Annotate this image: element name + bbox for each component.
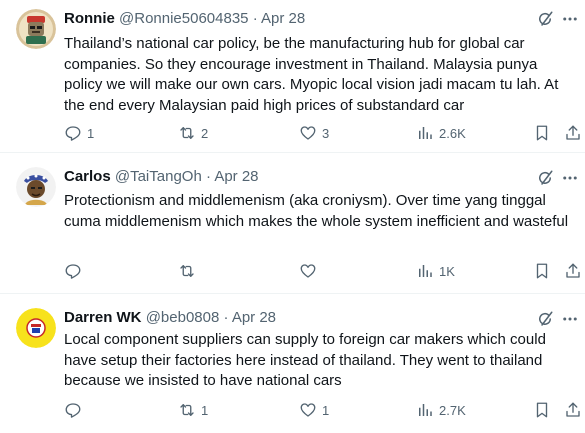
separator: · <box>252 10 258 27</box>
grok-icon[interactable] <box>536 10 554 28</box>
share-icon <box>566 402 580 417</box>
more-options-icon[interactable] <box>561 10 579 28</box>
views-icon <box>419 404 432 416</box>
like-button[interactable]: 1 <box>299 400 329 420</box>
repost-icon <box>180 265 194 277</box>
views-count: 2.7K <box>439 402 466 418</box>
reply-icon <box>65 403 81 418</box>
repost-button[interactable]: 1 <box>178 400 208 420</box>
reply-icon <box>65 126 81 141</box>
like-count: 3 <box>322 125 330 141</box>
bookmark-button[interactable] <box>533 400 551 420</box>
tweet-carlos[interactable]: Carlos @TaiTangOh · Apr 28 Protectionism… <box>0 153 585 294</box>
like-button[interactable] <box>299 261 322 281</box>
share-button[interactable] <box>564 123 582 143</box>
author-name[interactable]: Ronnie <box>64 10 115 27</box>
repost-button[interactable] <box>178 261 201 281</box>
views-button[interactable]: 2.7K <box>416 400 466 420</box>
author-handle[interactable]: @TaiTangOh <box>115 168 202 185</box>
repost-icon <box>180 404 194 416</box>
reply-count: 1 <box>87 125 95 141</box>
reply-icon <box>65 264 81 279</box>
reply-button[interactable] <box>64 400 87 420</box>
views-button[interactable]: 1K <box>416 261 455 281</box>
views-button[interactable]: 2.6K <box>416 123 466 143</box>
tweet-text: Thailand’s national car policy, be the m… <box>64 35 559 114</box>
author-name[interactable]: Darren WK <box>64 309 142 326</box>
avatar[interactable] <box>16 9 56 49</box>
reply-button[interactable] <box>64 261 87 281</box>
tweet-text: Protectionism and middlemenism (aka cron… <box>64 192 569 230</box>
share-icon <box>566 263 580 278</box>
bookmark-icon <box>536 125 548 141</box>
heart-icon <box>300 403 316 417</box>
views-icon <box>419 127 432 139</box>
author-handle[interactable]: @Ronnie50604835 <box>119 10 249 27</box>
tweet-header: Darren WK @beb0808 · Apr 28 <box>64 308 276 328</box>
author-handle[interactable]: @beb0808 <box>146 309 220 326</box>
post-date[interactable]: Apr 28 <box>232 309 276 326</box>
separator: · <box>223 309 229 326</box>
action-bar: 1K <box>64 261 585 281</box>
action-bar: 1 2 3 2.6K <box>64 123 585 143</box>
avatar[interactable] <box>16 167 56 207</box>
bookmark-button[interactable] <box>533 261 551 281</box>
share-icon <box>566 125 580 140</box>
like-count: 1 <box>322 402 330 418</box>
grok-icon[interactable] <box>536 310 554 328</box>
views-count: 2.6K <box>439 125 466 141</box>
share-button[interactable] <box>564 261 582 281</box>
avatar[interactable] <box>16 308 56 348</box>
bookmark-icon <box>536 263 548 279</box>
repost-icon <box>180 127 194 139</box>
reply-button[interactable]: 1 <box>64 123 94 143</box>
tweet-darren[interactable]: Darren WK @beb0808 · Apr 28 Local compon… <box>0 294 585 433</box>
tweet-header: Carlos @TaiTangOh · Apr 28 <box>64 167 259 187</box>
grok-icon[interactable] <box>536 169 554 187</box>
separator: · <box>205 168 211 185</box>
action-bar: 1 1 2.7K <box>64 400 585 420</box>
more-options-icon[interactable] <box>561 310 579 328</box>
bookmark-icon <box>536 402 548 418</box>
repost-button[interactable]: 2 <box>178 123 208 143</box>
views-icon <box>419 265 432 277</box>
views-count: 1K <box>439 263 455 279</box>
tweet-text: Local component suppliers can supply to … <box>64 331 546 389</box>
like-button[interactable]: 3 <box>299 123 329 143</box>
bookmark-button[interactable] <box>533 123 551 143</box>
repost-count: 2 <box>201 125 209 141</box>
tweet-header: Ronnie @Ronnie50604835 · Apr 28 <box>64 9 305 29</box>
author-name[interactable]: Carlos <box>64 168 111 185</box>
heart-icon <box>300 264 316 278</box>
heart-icon <box>300 126 316 140</box>
post-date[interactable]: Apr 28 <box>261 10 305 27</box>
more-options-icon[interactable] <box>561 169 579 187</box>
tweet-ronnie[interactable]: Ronnie @Ronnie50604835 · Apr 28 Thailand… <box>0 0 585 153</box>
repost-count: 1 <box>201 402 209 418</box>
share-button[interactable] <box>564 400 582 420</box>
post-date[interactable]: Apr 28 <box>214 168 258 185</box>
